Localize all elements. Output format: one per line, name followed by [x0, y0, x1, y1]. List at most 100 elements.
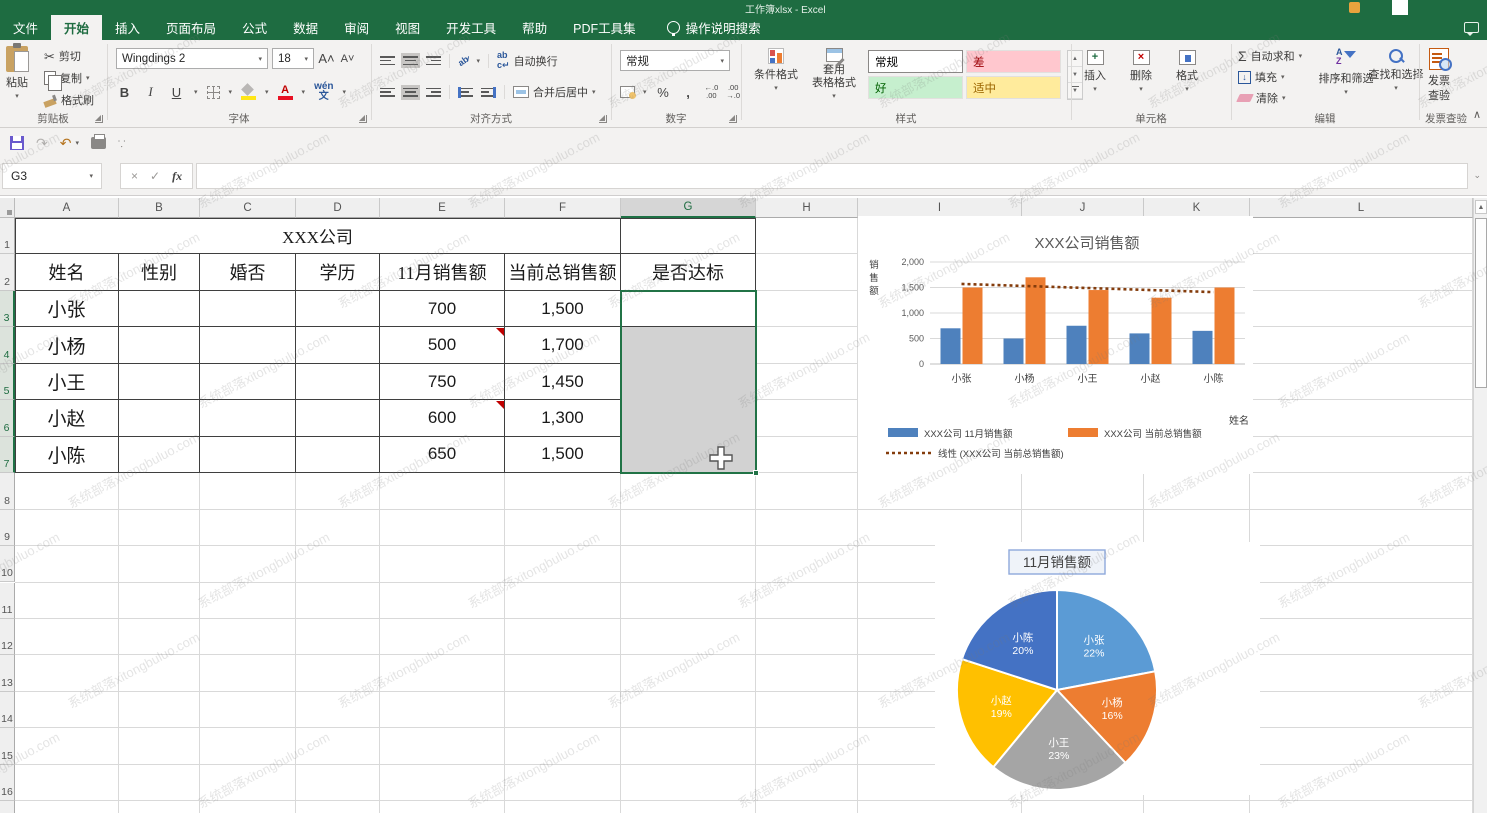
column-header-K[interactable]: K — [1144, 198, 1250, 218]
tell-me-search[interactable]: 操作说明搜索 — [667, 15, 761, 40]
row-header-15[interactable]: 15 — [0, 728, 15, 764]
tab-公式[interactable]: 公式 — [229, 15, 280, 40]
cell-title[interactable]: XXX公司 — [15, 218, 621, 254]
cell[interactable] — [200, 437, 296, 473]
cell[interactable]: 小陈 — [15, 437, 119, 473]
insert-function-icon[interactable]: fx — [172, 169, 182, 184]
column-header-D[interactable]: D — [296, 198, 380, 218]
phonetic-guide-icon[interactable]: wén文 — [314, 82, 333, 102]
cell[interactable]: 11月销售额 — [380, 254, 505, 290]
italic-button[interactable]: I — [142, 84, 159, 100]
save-icon[interactable] — [10, 136, 24, 150]
cell[interactable]: 1,450 — [505, 364, 621, 400]
conditional-formatting-button[interactable]: 条件格式 ▾ — [750, 48, 802, 92]
cell[interactable] — [200, 364, 296, 400]
tab-审阅[interactable]: 审阅 — [331, 15, 382, 40]
clear-button[interactable]: 清除▾ — [1238, 90, 1302, 106]
align-bottom-icon[interactable] — [426, 55, 441, 66]
column-header-J[interactable]: J — [1022, 198, 1144, 218]
cell[interactable] — [119, 437, 200, 473]
autosum-button[interactable]: Σ自动求和▾ — [1238, 48, 1302, 64]
cell[interactable] — [119, 364, 200, 400]
column-header-G[interactable]: G — [621, 198, 756, 218]
underline-button[interactable]: U — [168, 85, 185, 100]
tab-开始[interactable]: 开始 — [51, 15, 102, 40]
align-center-icon[interactable] — [403, 87, 418, 98]
column-header-F[interactable]: F — [505, 198, 621, 218]
tab-插入[interactable]: 插入 — [102, 15, 153, 40]
tab-file[interactable]: 文件 — [0, 15, 51, 40]
increase-indent-icon[interactable] — [481, 87, 496, 98]
cell[interactable]: 婚否 — [200, 254, 296, 290]
tab-数据[interactable]: 数据 — [280, 15, 331, 40]
cell[interactable] — [119, 327, 200, 363]
cell[interactable] — [296, 437, 380, 473]
font-size-combo[interactable]: 18▾ — [272, 48, 314, 69]
invoice-check-button[interactable]: 发票 查验 — [1428, 48, 1450, 103]
row-header-4[interactable]: 4 — [0, 327, 15, 363]
delete-cells-button[interactable]: × 删除▾ — [1130, 50, 1152, 93]
row-header-11[interactable]: 11 — [0, 583, 15, 619]
font-dialog-launcher-icon[interactable] — [359, 115, 367, 123]
cell[interactable]: 750 — [380, 364, 505, 400]
align-top-icon[interactable] — [380, 55, 395, 66]
alignment-dialog-launcher-icon[interactable] — [599, 115, 607, 123]
fill-handle[interactable] — [753, 470, 759, 476]
row-header-7[interactable]: 7 — [0, 437, 15, 473]
worksheet-grid[interactable]: ABCDEFGHIJKL1234567891011121314151617XXX… — [0, 198, 1473, 813]
column-header-H[interactable]: H — [756, 198, 858, 218]
cell[interactable] — [200, 291, 296, 327]
comma-style-button[interactable]: , — [680, 85, 697, 100]
row-header-3[interactable]: 3 — [0, 291, 15, 327]
comments-icon[interactable] — [1464, 22, 1479, 33]
bar-chart-object[interactable]: XXX公司销售额销售额05001,0001,5002,000小张小杨小王小赵小陈… — [858, 216, 1253, 474]
tab-视图[interactable]: 视图 — [382, 15, 433, 40]
cell[interactable]: 小张 — [15, 291, 119, 327]
collapse-ribbon-icon[interactable]: ∧ — [1473, 108, 1481, 121]
enter-icon[interactable]: ✓ — [150, 169, 160, 183]
scroll-up-icon[interactable]: ▲ — [1475, 200, 1487, 214]
tab-PDF工具集[interactable]: PDF工具集 — [560, 15, 649, 40]
cell[interactable] — [296, 400, 380, 436]
fill-button[interactable]: ↓填充▾ — [1238, 69, 1302, 85]
column-header-E[interactable]: E — [380, 198, 505, 218]
redo-icon[interactable]: ↷ — [36, 136, 48, 150]
format-painter-button[interactable]: 格式刷 — [44, 92, 94, 108]
formula-input[interactable] — [196, 163, 1468, 189]
number-dialog-launcher-icon[interactable] — [729, 115, 737, 123]
cell-style-差[interactable]: 差 — [966, 50, 1061, 73]
row-header-8[interactable]: 8 — [0, 473, 15, 509]
percent-style-button[interactable]: % — [655, 85, 672, 100]
cell[interactable]: 1,300 — [505, 400, 621, 436]
row-header-1[interactable]: 1 — [0, 218, 15, 254]
account-icon[interactable] — [1349, 2, 1360, 13]
cell[interactable]: 1,500 — [505, 291, 621, 327]
fill-color-icon[interactable] — [241, 85, 256, 100]
tab-页面布局[interactable]: 页面布局 — [153, 15, 229, 40]
orientation-icon[interactable]: ab̷ — [456, 53, 470, 67]
cell[interactable] — [296, 364, 380, 400]
wrap-text-button[interactable]: abc↵自动换行 — [497, 50, 558, 71]
cell[interactable]: 小赵 — [15, 400, 119, 436]
window-control-icon[interactable] — [1392, 0, 1408, 15]
cell[interactable] — [621, 218, 756, 254]
undo-button[interactable]: ↶▾ — [60, 136, 79, 150]
cell[interactable]: 500 — [380, 327, 505, 363]
format-cells-button[interactable]: 格式▾ — [1176, 50, 1198, 93]
decrease-indent-icon[interactable] — [458, 87, 473, 98]
cell[interactable] — [119, 400, 200, 436]
expand-formula-bar-icon[interactable]: ⌄ — [1473, 170, 1481, 181]
customize-qat-icon[interactable]: ⸪ — [118, 137, 125, 150]
align-right-icon[interactable] — [426, 87, 441, 98]
sort-filter-button[interactable]: AZ 排序和筛选▾ — [1318, 48, 1374, 96]
cell[interactable]: 性别 — [119, 254, 200, 290]
row-header-13[interactable]: 13 — [0, 655, 15, 691]
cell[interactable]: 600 — [380, 400, 505, 436]
row-header-9[interactable]: 9 — [0, 510, 15, 546]
column-header-C[interactable]: C — [200, 198, 296, 218]
cell-style-好[interactable]: 好 — [868, 76, 963, 99]
column-header-B[interactable]: B — [119, 198, 200, 218]
font-color-icon[interactable]: A — [278, 85, 293, 100]
pie-chart-object[interactable]: 小张22%小杨16%小王23%小赵19%小陈20%11月销售额 — [935, 542, 1260, 795]
cell[interactable]: 1,500 — [505, 437, 621, 473]
